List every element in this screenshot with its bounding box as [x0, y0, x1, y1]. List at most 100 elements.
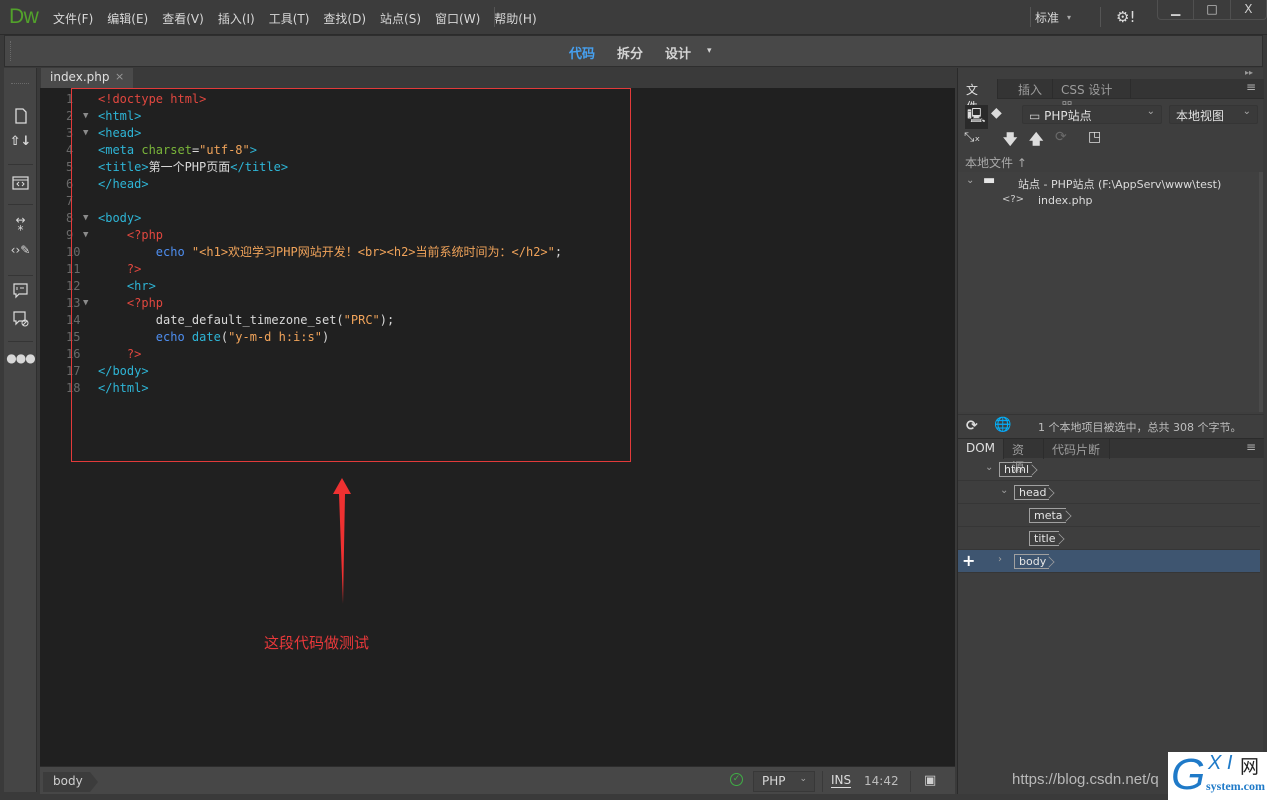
view-select[interactable]: 本地视图 ⌄ — [1169, 105, 1258, 124]
menu-bar: Dw 文件(F) 编辑(E) 查看(V) 插入(I) 工具(T) 查找(D) 站… — [0, 0, 1267, 35]
code-text: <hr> — [98, 278, 156, 295]
fold-toggle-icon[interactable]: ▼ — [83, 227, 88, 244]
tree-row-site[interactable]: ⌄ ▬ 站点 - PHP站点 (F:\AppServ\www\test) — [958, 173, 1260, 193]
live-preview-device-icon[interactable]: ▣ — [924, 773, 936, 788]
sync-settings-gear-icon[interactable]: ⚙! — [1116, 8, 1135, 26]
dom-node-head[interactable]: ⌄ head — [958, 481, 1260, 504]
connect-server-icon[interactable]: 🖳 — [965, 105, 988, 129]
menu-find[interactable]: 查找(D) — [316, 10, 373, 27]
collapse-panels-icon[interactable]: ▸▸ — [1245, 68, 1253, 77]
dom-node-meta[interactable]: meta — [958, 504, 1260, 527]
close-tab-icon[interactable]: × — [115, 70, 124, 83]
dom-tag-label: meta — [1029, 508, 1066, 523]
line-number: 2 — [66, 109, 74, 123]
tab-snippets[interactable]: 代码片断 — [1044, 439, 1110, 459]
tab-files[interactable]: 文件 — [958, 79, 998, 114]
files-panel-footer: ⟳ 🌐 1 个本地项目被选中，总共 308 个字节。 — [958, 414, 1264, 436]
chevron-down-icon[interactable]: ⌄ — [1000, 485, 1008, 496]
tab-assets[interactable]: 资源 — [1004, 439, 1044, 474]
toolbar-divider — [8, 164, 33, 165]
tab-design-view[interactable]: 设计 — [665, 43, 691, 62]
dom-node-title[interactable]: title — [958, 527, 1260, 550]
fold-toggle-icon[interactable]: ▼ — [83, 210, 88, 227]
folder-icon: ▭ — [1029, 109, 1045, 123]
tab-split-view[interactable]: 拆分 — [617, 43, 643, 62]
menu-help[interactable]: 帮助(H) — [487, 10, 543, 27]
line-number: 18 — [66, 381, 81, 395]
expand-panel-icon[interactable]: ◳ — [1088, 129, 1101, 145]
menu-insert[interactable]: 插入(I) — [211, 10, 262, 27]
menu-tools[interactable]: 工具(T) — [262, 10, 317, 27]
annotation-code-note: 这段代码做测试 — [264, 634, 370, 652]
view-dropdown-caret-icon[interactable]: ▾ — [707, 46, 712, 62]
tree-row-file[interactable]: <?> index.php — [958, 193, 1260, 212]
close-button[interactable]: X — [1229, 0, 1266, 19]
chevron-down-icon[interactable]: ⌄ — [985, 462, 993, 473]
transfer-icon[interactable]: ⇧↓ — [4, 134, 37, 149]
fold-toggle-icon[interactable]: ▼ — [83, 295, 88, 312]
line-number: 1 — [66, 92, 74, 106]
toolbar-divider — [8, 275, 33, 276]
dom-node-body[interactable]: + › body — [958, 550, 1260, 573]
no-errors-check-icon[interactable]: ✓ — [730, 773, 743, 786]
fold-toggle-icon[interactable]: ▼ — [83, 108, 88, 125]
menu-site[interactable]: 站点(S) — [373, 10, 428, 27]
site-select[interactable]: ▭ PHP站点 ⌄ — [1022, 105, 1162, 124]
code-token: <body> — [98, 211, 142, 225]
more-icon[interactable]: ●●● — [4, 351, 37, 365]
toolbar-grip[interactable] — [11, 83, 29, 87]
refresh-icon[interactable]: ⟳ — [966, 418, 978, 434]
maximize-button[interactable]: □ — [1193, 0, 1229, 19]
put-files-up-arrow-icon[interactable]: 🡅 — [1029, 129, 1043, 153]
chevron-down-icon: ▾ — [1067, 13, 1072, 22]
code-view-icon[interactable] — [4, 176, 37, 194]
code-text: <head> — [98, 125, 141, 142]
panel-menu-icon[interactable]: ≡ — [1246, 441, 1256, 453]
watermark-logo: G X I 网 system.com — [1168, 752, 1267, 800]
site-select-value: PHP站点 — [1044, 109, 1092, 123]
remove-comment-icon[interactable] — [4, 311, 37, 331]
menu-window[interactable]: 窗口(W) — [428, 10, 487, 27]
fold-toggle-icon[interactable]: ▼ — [83, 125, 88, 142]
new-file-icon[interactable] — [4, 108, 37, 128]
chevron-down-icon[interactable]: ⌄ — [966, 175, 974, 186]
chevron-right-icon[interactable]: › — [998, 554, 1002, 565]
code-text: <title>第一个PHP页面</title> — [98, 159, 288, 176]
toolbar-grip[interactable] — [10, 41, 13, 61]
code-editor[interactable]: 1 <!doctype html> 2 ▼ <html> 3 ▼ <head> 4 <meta c… — [40, 88, 955, 766]
disconnect-icon[interactable]: ⤡ₓ — [964, 130, 980, 145]
code-token: date — [191, 330, 221, 344]
window-controls: ▁ □ X — [1157, 0, 1267, 20]
format-code-icon[interactable]: ‹›✎ — [4, 243, 37, 257]
code-text: </html> — [98, 380, 149, 397]
code-token: <?php — [98, 296, 164, 310]
code-token: <head> — [98, 126, 142, 140]
apply-comment-icon[interactable] — [4, 283, 37, 303]
tab-code-view[interactable]: 代码 — [569, 43, 595, 62]
code-token: ); — [379, 313, 395, 327]
tag-selector-body[interactable]: body — [43, 772, 98, 792]
dom-node-html[interactable]: ⌄ html — [958, 458, 1260, 481]
local-files-header[interactable]: 本地文件 ↑ — [965, 154, 1027, 171]
expand-all-icon[interactable]: ↔ * — [4, 214, 37, 236]
file-tree: ⌄ ▬ 站点 - PHP站点 (F:\AppServ\www\test) <?>… — [958, 172, 1260, 412]
document-type-select[interactable]: PHP ⌄ — [753, 771, 815, 792]
file-tree-scrollbar[interactable] — [1259, 172, 1263, 412]
git-icon[interactable]: ◆ — [991, 105, 1002, 121]
tab-dom[interactable]: DOM — [958, 439, 1004, 459]
menu-view[interactable]: 查看(V) — [155, 10, 211, 27]
site-globe-icon[interactable]: 🌐 — [994, 417, 1011, 433]
menu-file[interactable]: 文件(F) — [46, 10, 100, 27]
add-element-plus-icon[interactable]: + — [962, 551, 975, 570]
minimize-button[interactable]: ▁ — [1158, 0, 1193, 19]
line-number: 13 — [66, 296, 81, 310]
panel-menu-icon[interactable]: ≡ — [1246, 81, 1256, 93]
workspace-switcher[interactable]: 标准 ▾ — [1035, 9, 1071, 26]
tab-index-php[interactable]: index.php × — [41, 68, 133, 88]
insert-mode-toggle[interactable]: INS — [831, 774, 852, 788]
menu-edit[interactable]: 编辑(E) — [100, 10, 155, 27]
tab-insert[interactable]: 插入 — [1010, 79, 1053, 99]
status-bar: body ✓ PHP ⌄ INS 14:42 ▣ — [40, 766, 955, 794]
tab-css-designer[interactable]: CSS 设计器 — [1053, 79, 1131, 114]
get-files-down-arrow-icon[interactable]: 🡇 — [1003, 129, 1017, 153]
